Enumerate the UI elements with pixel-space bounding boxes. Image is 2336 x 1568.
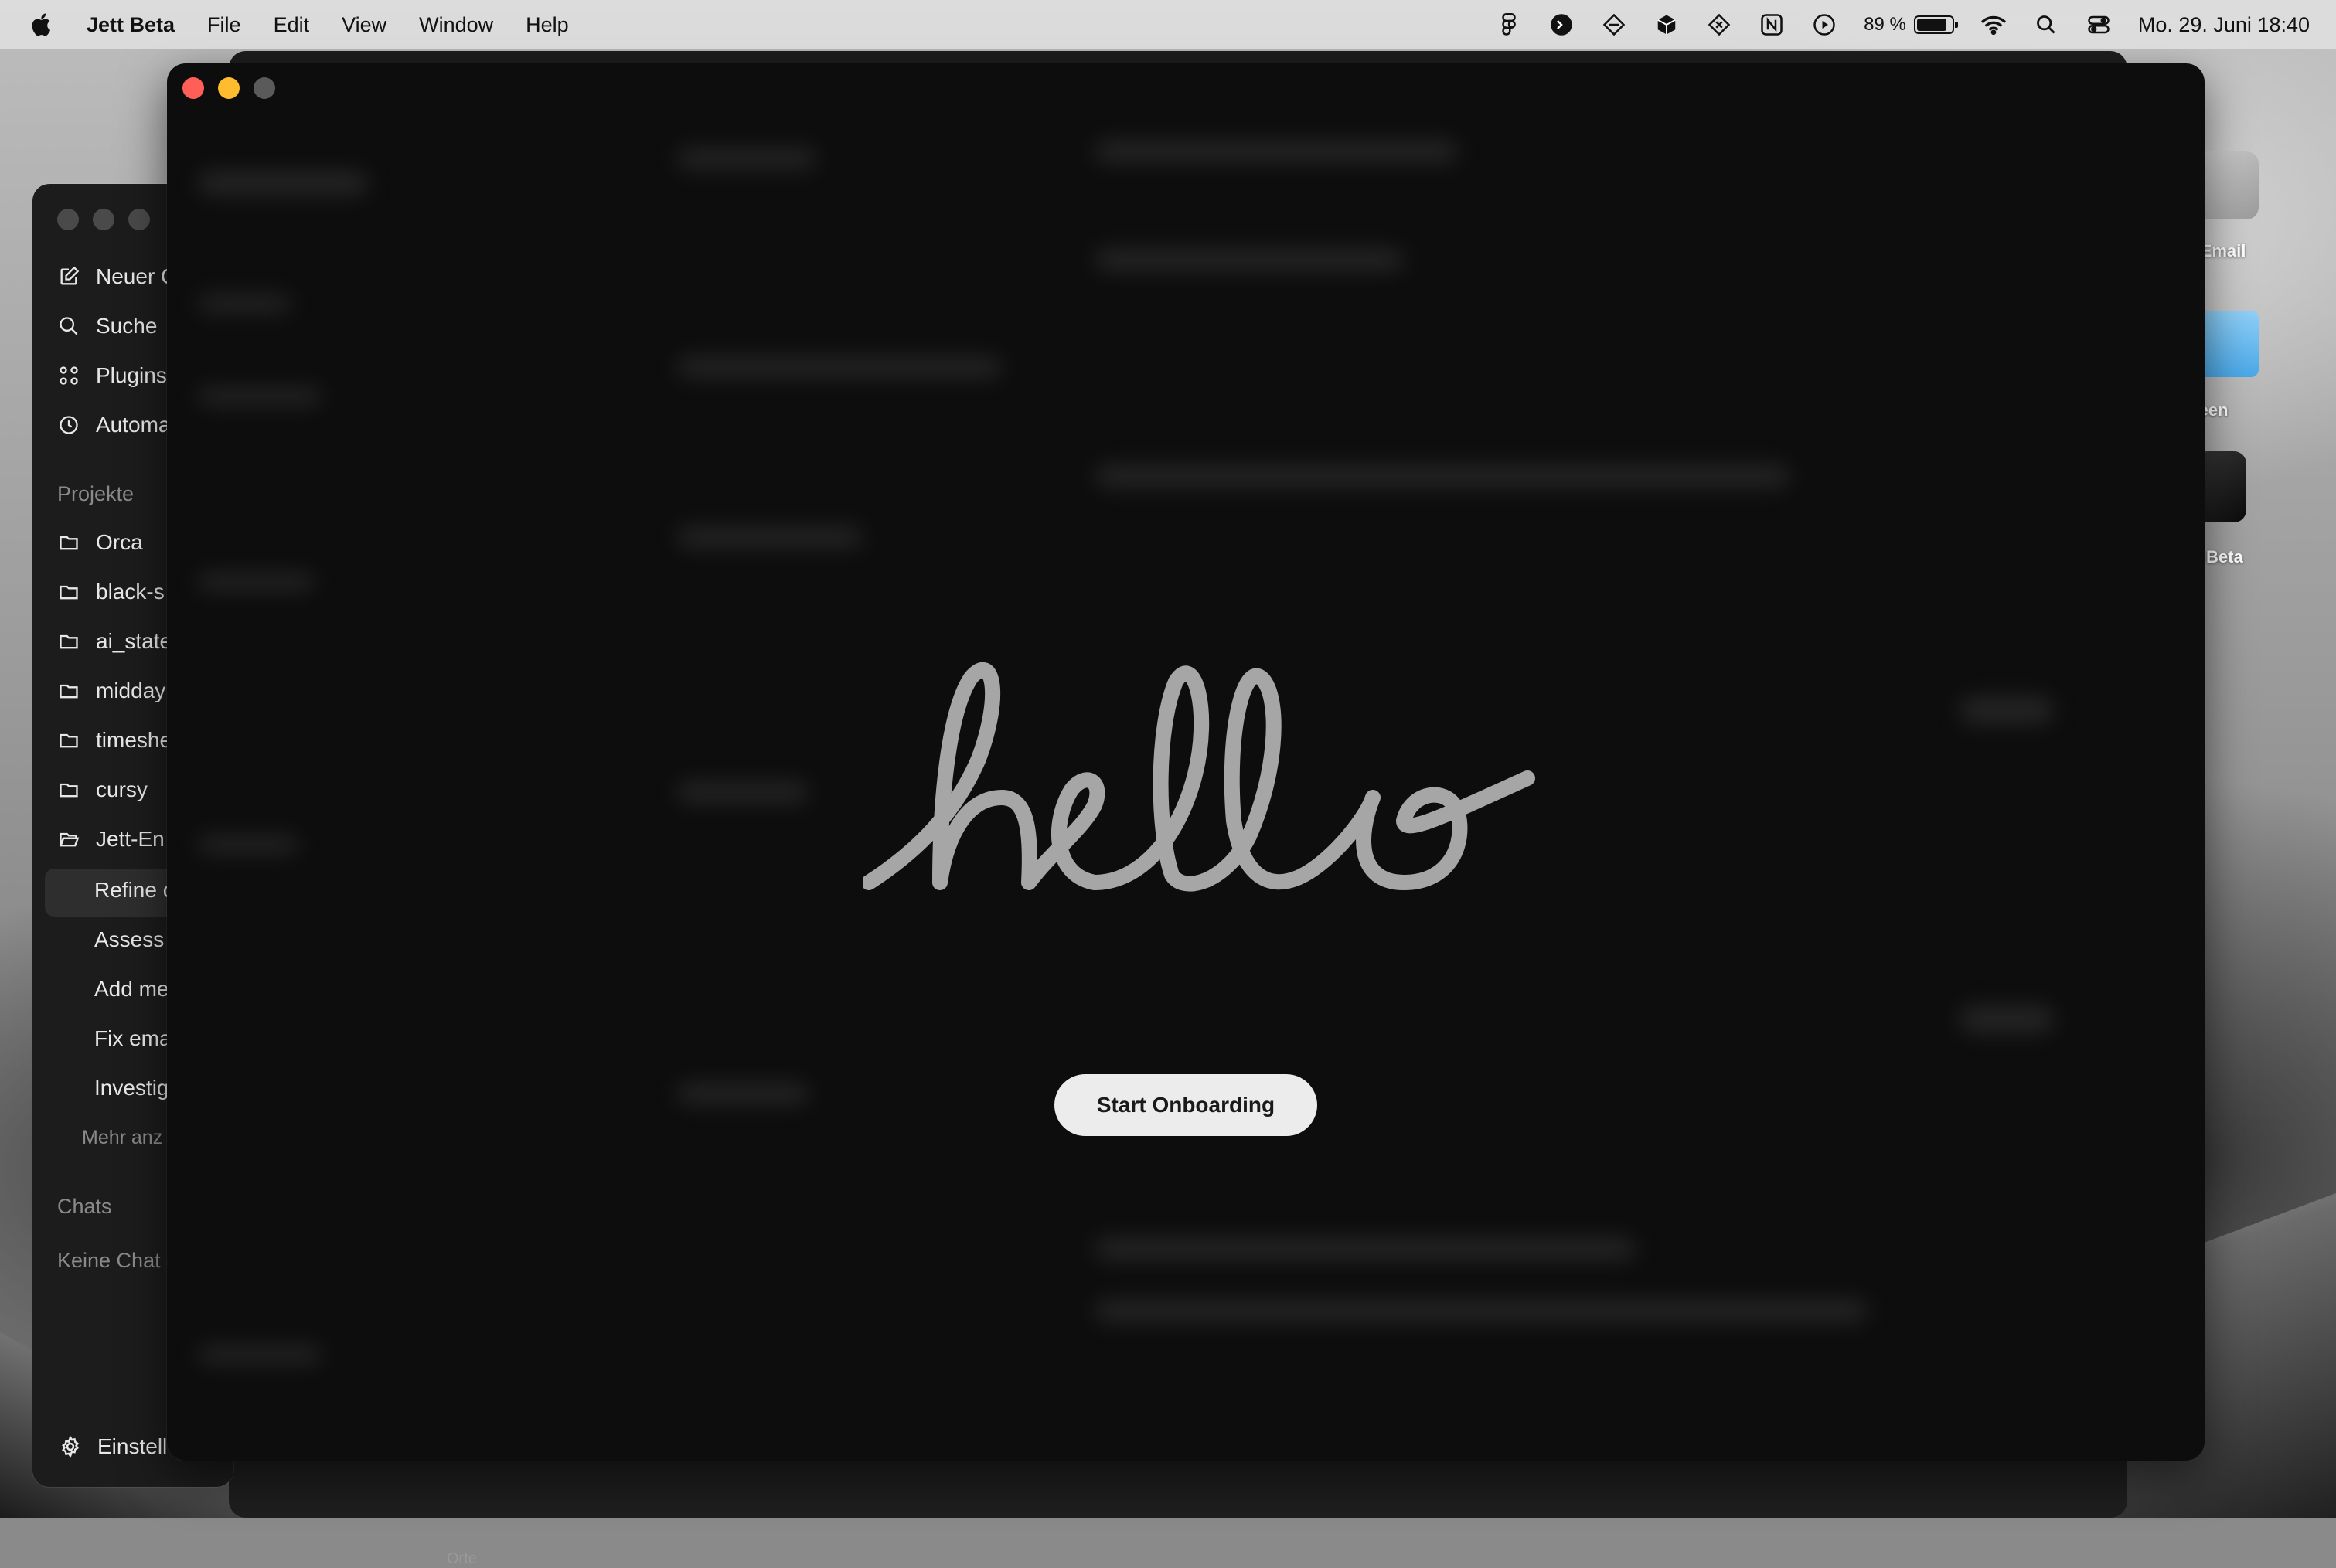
project-label: Jett-En: [96, 827, 165, 851]
terminal-bubble-icon[interactable]: [1548, 12, 1575, 38]
chats-heading: Chats: [57, 1195, 112, 1218]
sidebar-project[interactable]: midday: [57, 679, 165, 703]
close-button[interactable]: [57, 209, 79, 230]
sidebar-item-label: Automa: [96, 413, 171, 437]
places-label: Orte: [447, 1550, 477, 1567]
notion-icon[interactable]: [1759, 12, 1785, 38]
window-controls: [182, 77, 275, 99]
menu-file[interactable]: File: [207, 13, 241, 37]
sidebar-project[interactable]: ai_state: [57, 629, 172, 654]
sidebar-item-search[interactable]: Suche: [57, 314, 157, 338]
menu-bar-clock[interactable]: Mo. 29. Juni 18:40: [2138, 13, 2310, 37]
desktop-icon-folder[interactable]: reen: [2192, 311, 2259, 420]
projects-heading: Projekte: [57, 482, 135, 505]
battery-percentage: 89 %: [1864, 14, 1906, 35]
menu-app-name[interactable]: Jett Beta: [87, 13, 175, 37]
folder-icon: [57, 630, 80, 653]
sidebar-thread[interactable]: Add me: [94, 977, 169, 1002]
compose-icon: [57, 265, 80, 288]
play-circle-icon[interactable]: [1811, 12, 1837, 38]
project-label: timeshe: [96, 728, 172, 752]
sidebar-item-label: Neuer C: [96, 264, 177, 288]
wifi-icon[interactable]: [1980, 12, 2007, 38]
folder-icon: [57, 580, 80, 604]
menu-edit[interactable]: Edit: [274, 13, 310, 37]
paper-plane-icon: [2195, 151, 2259, 219]
minimize-button[interactable]: [218, 77, 240, 99]
diamond-app-icon[interactable]: [1601, 12, 1627, 38]
battery-icon[interactable]: [1913, 15, 1958, 34]
sidebar-thread[interactable]: Refine c: [94, 878, 174, 903]
window-controls: [57, 209, 150, 230]
folder-open-icon: [57, 828, 80, 851]
settings-button[interactable]: Einstell: [59, 1434, 167, 1459]
sidebar-project[interactable]: cursy: [57, 777, 148, 802]
battery-level-fill: [1916, 19, 1946, 31]
gear-icon: [59, 1435, 82, 1458]
sidebar-item-plugins[interactable]: Plugins: [57, 363, 167, 388]
folder-icon: [2195, 311, 2259, 377]
menu-bar: Jett Beta File Edit View Window Help 89 …: [0, 0, 2336, 49]
sidebar-thread[interactable]: Fix ema: [94, 1026, 172, 1051]
project-label: midday: [96, 679, 166, 702]
desktop-icon-label: Beta: [2206, 547, 2243, 566]
hello-greeting-lettering: hello: [863, 662, 1535, 892]
sidebar-thread[interactable]: Assess: [94, 927, 164, 952]
minimize-button[interactable]: [93, 209, 114, 230]
sidebar-item-automations[interactable]: Automa: [57, 413, 171, 437]
sidebar-item-new-chat[interactable]: Neuer C: [57, 264, 176, 289]
project-label: black-s: [96, 580, 165, 604]
menu-view[interactable]: View: [342, 13, 386, 37]
folder-icon: [57, 531, 80, 554]
sidebar-project[interactable]: timeshe: [57, 728, 172, 753]
sidebar-project[interactable]: Orca: [57, 530, 143, 555]
show-more-link[interactable]: Mehr anz: [82, 1127, 162, 1149]
zoom-button[interactable]: [254, 77, 275, 99]
project-label: Orca: [96, 530, 143, 554]
menu-window[interactable]: Window: [419, 13, 493, 37]
no-chats-text: Keine Chat: [57, 1249, 161, 1272]
sidebar-item-label: Plugins: [96, 363, 167, 387]
project-label: ai_state: [96, 629, 172, 653]
sidebar-project[interactable]: black-s: [57, 580, 165, 604]
plugins-icon: [57, 364, 80, 387]
close-button[interactable]: [182, 77, 204, 99]
menu-help[interactable]: Help: [526, 13, 569, 37]
apple-icon[interactable]: [29, 12, 56, 38]
control-center-icon[interactable]: [2086, 12, 2112, 38]
desktop-icon-email[interactable]: t-Email: [2189, 151, 2259, 260]
zoom-button[interactable]: [128, 209, 150, 230]
clock-icon: [57, 413, 80, 437]
onboarding-window: hello Start Onboarding: [167, 63, 2205, 1461]
sidebar-project[interactable]: Jett-En: [57, 827, 165, 852]
sidebar-item-label: Suche: [96, 314, 158, 338]
diamond-sync-icon[interactable]: [1706, 12, 1732, 38]
start-onboarding-button[interactable]: Start Onboarding: [1054, 1074, 1317, 1136]
spotlight-search-icon[interactable]: [2033, 12, 2059, 38]
figma-icon[interactable]: [1496, 12, 1522, 38]
settings-label: Einstell: [97, 1434, 168, 1458]
cube-icon[interactable]: [1653, 12, 1680, 38]
menu-bar-status-area: 89 % Mo. 29. Juni 18:40: [1496, 0, 2336, 49]
search-icon: [57, 315, 80, 338]
folder-icon: [57, 729, 80, 752]
project-label: cursy: [96, 777, 148, 801]
sidebar-thread[interactable]: Investig: [94, 1076, 169, 1100]
folder-icon: [57, 679, 80, 702]
folder-icon: [57, 778, 80, 801]
